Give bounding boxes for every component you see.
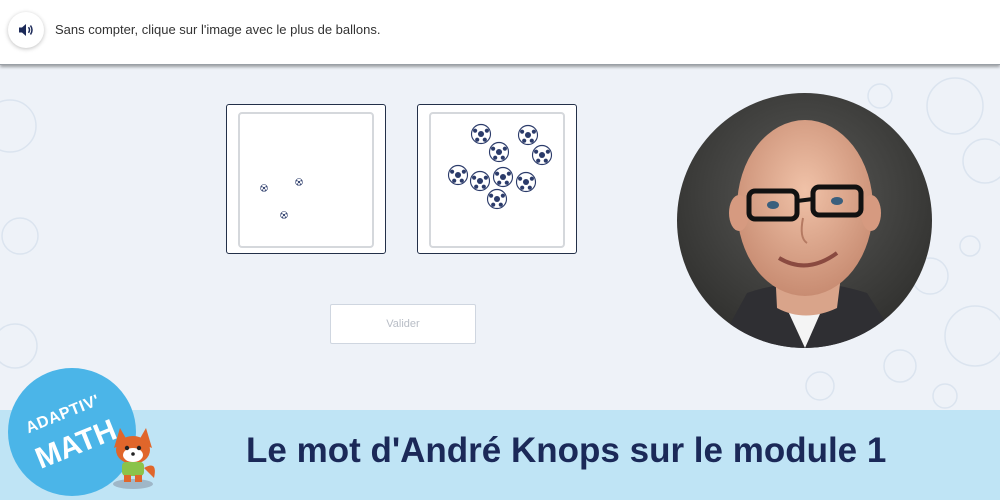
soccer-ball-icon [260,184,268,192]
ball-group-1 [260,178,303,219]
soccer-ball-icon [447,164,469,186]
soccer-ball-icon [470,123,492,145]
choice-card-few-balls[interactable] [226,104,386,254]
soccer-ball-icon [517,124,539,146]
speaker-icon [19,24,33,36]
soccer-ball-icon [280,211,288,219]
soccer-ball-icon [469,170,491,192]
validate-button[interactable]: Valider [330,304,476,344]
soccer-ball-icon [531,144,553,166]
soccer-ball-icon [486,188,508,210]
fox-mascot-icon [113,428,155,489]
instruction-bar: Sans compter, clique sur l'image avec le… [0,0,1000,65]
soccer-ball-icon [492,166,514,188]
soccer-ball-icon [515,171,537,193]
play-audio-button[interactable] [8,12,44,48]
banner-title: Le mot d'André Knops sur le module 1 [246,431,887,470]
soccer-ball-icon [295,178,303,186]
ball-group-2 [447,123,553,210]
soccer-ball-icon [488,141,510,163]
instruction-text: Sans compter, clique sur l'image avec le… [55,22,381,37]
speaker-portrait [677,93,932,348]
choice-card-many-balls[interactable] [417,104,577,254]
